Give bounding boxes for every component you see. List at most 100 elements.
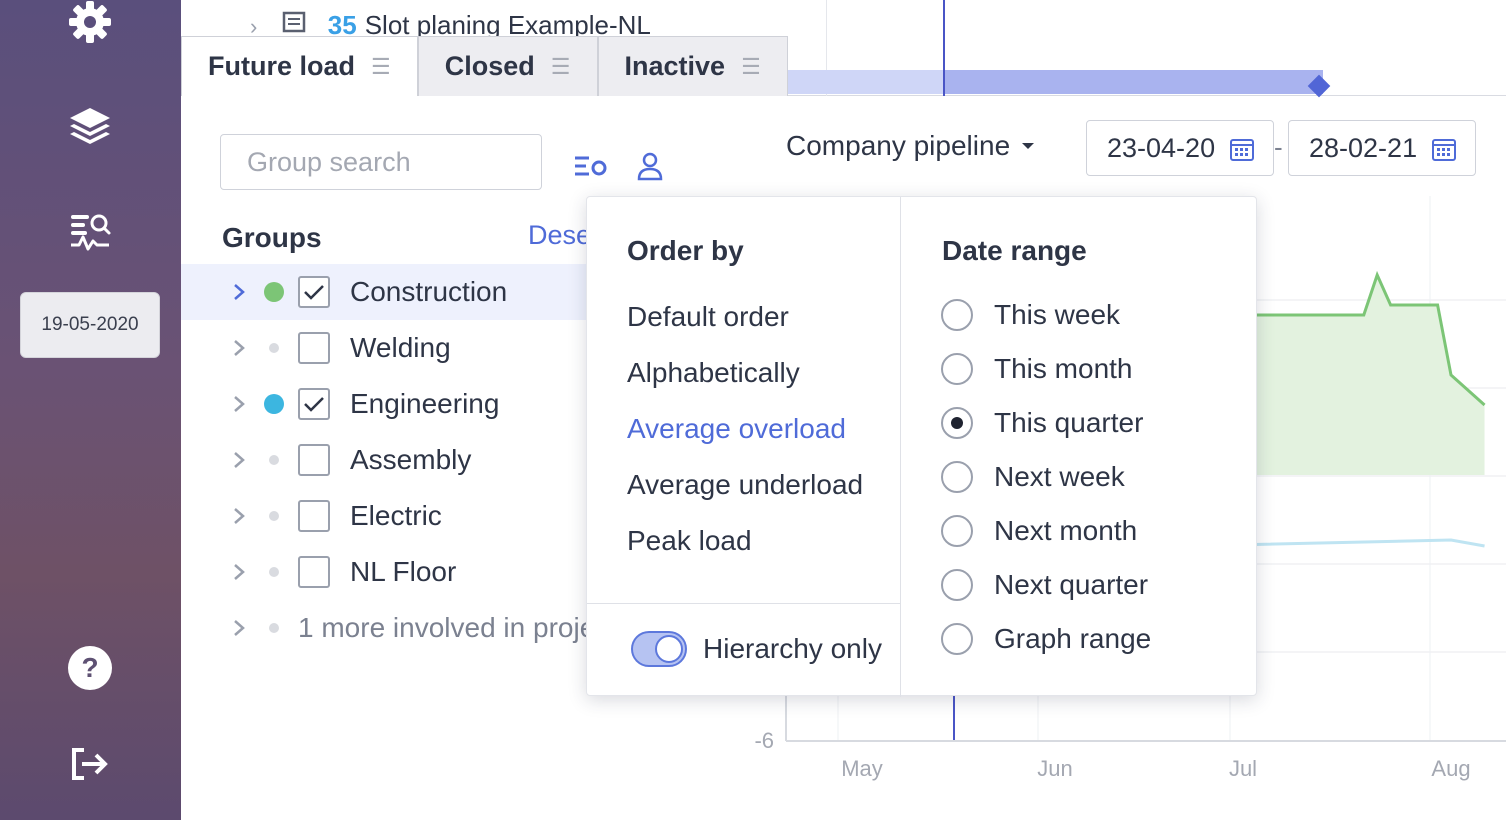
date-range-option[interactable]: This month [941,352,1133,386]
x-tick-label: Aug [1431,756,1470,781]
drag-handle-icon[interactable]: ☰ [551,54,571,80]
group-checkbox[interactable] [298,444,330,476]
radio-button[interactable] [941,461,973,493]
status-dot [269,511,279,521]
today-line [943,0,945,96]
group-row[interactable]: NL Floor [181,544,586,600]
toggle-knob [655,635,683,663]
radio-button[interactable] [941,353,973,385]
date-from-value: 23-04-20 [1107,132,1216,163]
chevron-right-icon[interactable] [229,618,249,638]
date-range-option[interactable]: Graph range [941,622,1151,656]
calendar-icon[interactable] [1431,136,1457,169]
x-tick-label: Jul [1229,756,1257,781]
order-option[interactable]: Alphabetically [627,357,800,389]
status-dot [269,343,279,353]
date-to-input[interactable]: 28-02-21 [1288,120,1476,176]
date-range-heading: Date range [942,235,1087,266]
chevron-right-icon[interactable] [229,394,249,414]
order-option[interactable]: Average underload [627,469,863,501]
more-groups-row[interactable]: 1 more involved in project [181,600,586,656]
radio-button[interactable] [941,299,973,331]
drag-handle-icon[interactable]: ☰ [371,54,391,80]
status-dot [264,394,284,414]
layers-icon[interactable] [60,96,120,156]
group-row[interactable]: Assembly [181,432,586,488]
x-tick-label: Jun [1037,756,1072,781]
tab-label: Inactive [624,51,726,81]
tab-inactive[interactable]: Inactive ☰ [597,36,788,96]
status-dot [269,623,279,633]
pipeline-label: Company pipeline [786,130,1011,161]
radio-selected-dot [951,417,963,429]
group-row[interactable]: Construction [181,264,586,320]
status-dot [269,455,279,465]
check-icon [304,285,324,300]
tab-closed[interactable]: Closed ☰ [417,36,598,96]
date-range-option[interactable]: This week [941,298,1120,332]
caret-down-icon [1022,143,1035,149]
group-label: Engineering [350,388,500,419]
search-chart-icon[interactable] [60,200,120,260]
order-option[interactable]: Peak load [627,525,752,557]
order-option[interactable]: Default order [627,301,789,333]
date-to-value: 28-02-21 [1309,132,1418,163]
sidebar: 19-05-2020 ? [0,0,181,820]
options-popup: Order by Default order Alphabetically Aver… [586,196,1257,697]
gear-icon[interactable] [60,0,120,52]
group-label: Welding [350,332,451,363]
sort-order-icon[interactable] [572,148,608,184]
logout-icon[interactable] [60,734,120,794]
order-by-heading: Order by [627,235,744,266]
radio-label: Next quarter [994,569,1149,600]
user-filter-icon[interactable] [632,148,668,184]
y-tick-label: -6 [754,728,774,753]
status-dot [264,282,284,302]
group-label: Electric [350,500,442,531]
deselect-all-link[interactable]: Deselect all [528,220,586,251]
group-checkbox[interactable] [298,388,330,420]
current-date-badge[interactable]: 19-05-2020 [20,292,160,358]
group-label: Assembly [350,444,472,475]
date-range-option[interactable]: This quarter [941,406,1143,440]
radio-label: This week [994,299,1121,330]
chevron-right-icon[interactable] [229,338,249,358]
hierarchy-only-toggle[interactable] [631,631,687,667]
chevron-right-icon[interactable] [229,562,249,582]
status-dot [269,567,279,577]
group-checkbox[interactable] [298,332,330,364]
groups-heading: Groups [222,222,322,253]
gantt-bar-past [773,70,943,94]
chevron-right-icon[interactable] [229,506,249,526]
radio-button[interactable] [941,407,973,439]
calendar-icon[interactable] [1229,136,1255,169]
chevron-right-icon[interactable] [229,282,249,302]
date-range-option[interactable]: Next quarter [941,568,1148,602]
group-row[interactable]: Electric [181,488,586,544]
order-option[interactable]: Average overload [627,413,846,445]
group-label: Construction [350,276,508,307]
group-checkbox[interactable] [298,500,330,532]
group-search-input[interactable] [220,134,542,190]
date-from-input[interactable]: 23-04-20 [1086,120,1274,176]
group-checkbox[interactable] [298,556,330,588]
radio-label: Next month [994,515,1138,546]
group-row[interactable]: Welding [181,320,586,376]
date-separator: - [1274,132,1283,162]
pipeline-select[interactable]: Company pipeline [786,130,1035,162]
radio-button[interactable] [941,623,973,655]
tab-future-load[interactable]: Future load ☰ [181,36,418,96]
date-range-option[interactable]: Next week [941,460,1125,494]
check-icon [304,397,324,412]
radio-button[interactable] [941,569,973,601]
help-icon[interactable]: ? [60,638,120,698]
popup-separator [587,603,900,604]
radio-button[interactable] [941,515,973,547]
group-checkbox[interactable] [298,276,330,308]
drag-handle-icon[interactable]: ☰ [741,54,761,80]
group-row[interactable]: Engineering [181,376,586,432]
date-range-option[interactable]: Next month [941,514,1137,548]
gantt-strip [773,0,1506,98]
chevron-right-icon[interactable] [229,450,249,470]
project-icon [282,11,305,33]
